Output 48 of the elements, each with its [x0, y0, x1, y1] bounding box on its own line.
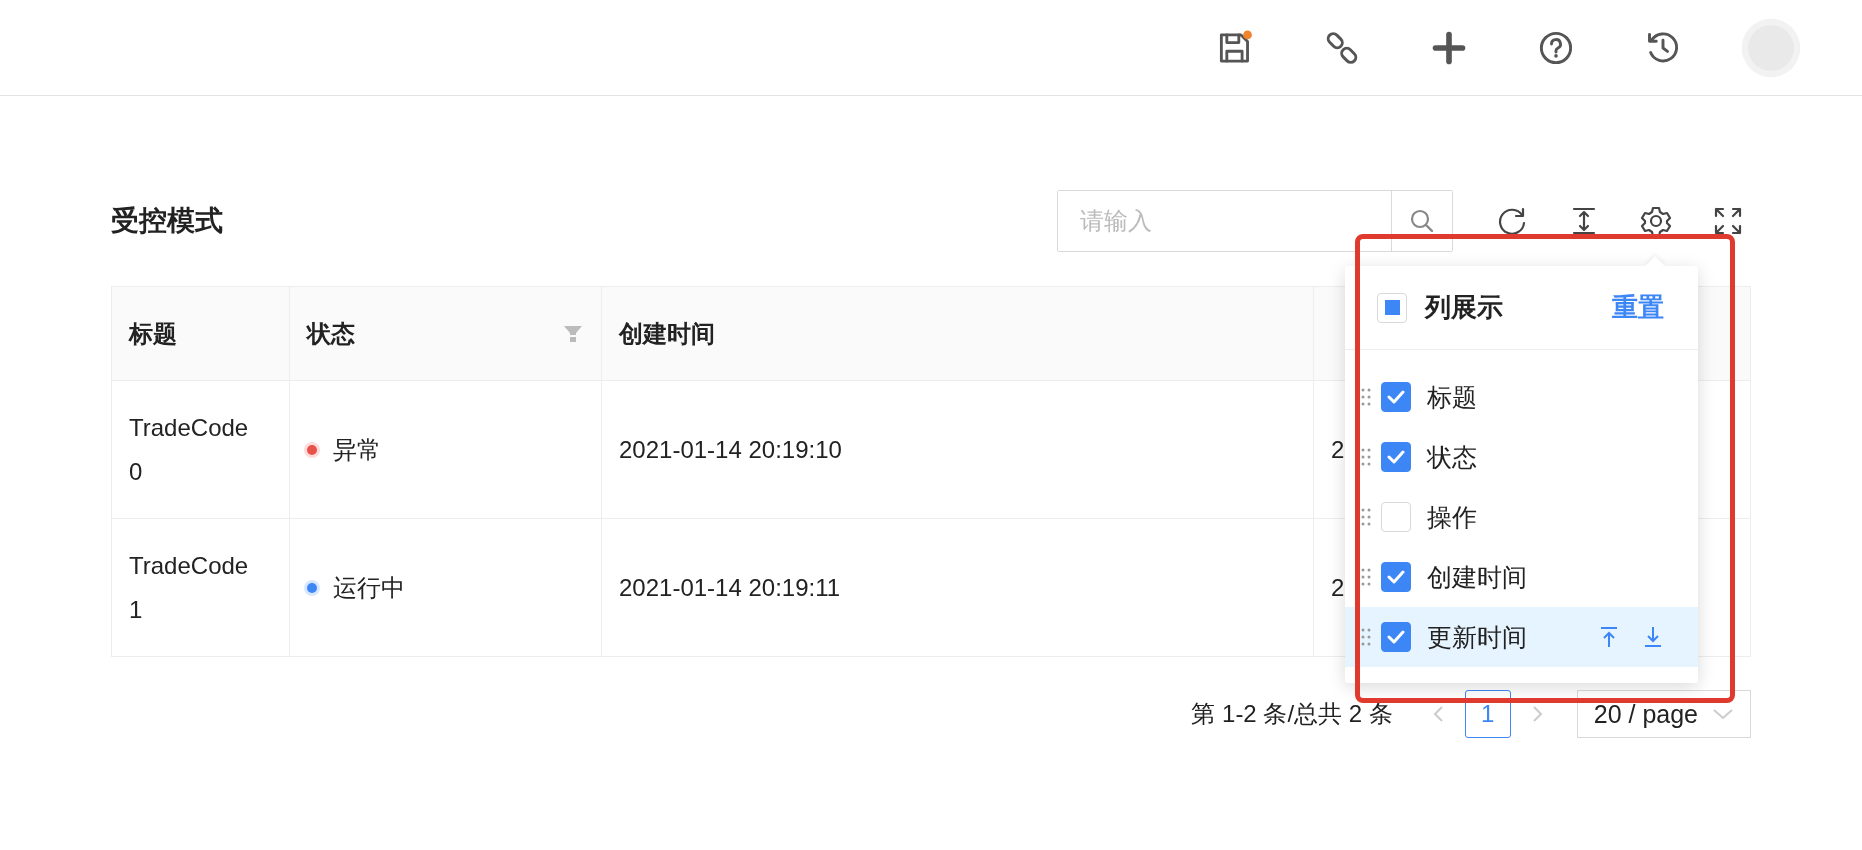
search-icon — [1409, 208, 1435, 234]
status-text: 异常 — [333, 434, 381, 465]
checkbox[interactable] — [1381, 622, 1411, 652]
table-cell: 2 — [1331, 435, 1345, 463]
help-icon[interactable] — [1538, 29, 1574, 66]
pin-top-icon[interactable] — [1598, 625, 1620, 649]
column-header: 状态 — [307, 318, 355, 349]
drag-handle-icon[interactable] — [1361, 568, 1371, 586]
column-option-label: 状态 — [1427, 441, 1477, 473]
pin-bottom-icon[interactable] — [1642, 625, 1664, 649]
plus-icon[interactable] — [1431, 29, 1467, 66]
search-button[interactable] — [1391, 191, 1452, 251]
checkbox[interactable] — [1381, 562, 1411, 592]
checkbox[interactable] — [1381, 382, 1411, 412]
status-text: 运行中 — [333, 572, 405, 603]
table-cell-text: TradeCode 1 — [129, 550, 250, 625]
drag-handle-icon[interactable] — [1361, 628, 1371, 646]
chevron-down-icon — [1712, 707, 1734, 721]
column-option-label: 操作 — [1427, 501, 1477, 533]
reset-link[interactable]: 重置 — [1612, 290, 1664, 325]
column-option-label: 创建时间 — [1427, 561, 1527, 593]
column-header: 标题 — [129, 318, 177, 349]
drag-handle-icon[interactable] — [1361, 388, 1371, 406]
checkbox[interactable] — [1381, 442, 1411, 472]
column-option-highlight[interactable]: 更新时间 — [1345, 607, 1698, 667]
link-icon[interactable] — [1324, 29, 1360, 66]
popover-title: 列展示 — [1425, 291, 1503, 324]
check-icon — [1387, 450, 1405, 464]
column-header: 创建时间 — [619, 318, 715, 349]
page-title: 受控模式 — [111, 204, 223, 238]
column-option-label: 更新时间 — [1427, 621, 1527, 653]
check-icon — [1387, 570, 1405, 584]
page-size-select[interactable]: 20 / page — [1576, 690, 1751, 738]
check-icon — [1387, 630, 1405, 644]
drag-handle-icon[interactable] — [1361, 448, 1371, 466]
column-option-label: 标题 — [1427, 381, 1477, 413]
table-cell: 2021-01-14 20:19:10 — [619, 435, 842, 463]
pagination-summary: 第 1-2 条/总共 2 条 — [1191, 699, 1393, 729]
reload-icon[interactable] — [1496, 205, 1528, 237]
table-cell: 2021-01-14 20:19:11 — [619, 573, 841, 601]
table-cell-text: TradeCode 0 — [129, 412, 250, 487]
check-icon — [1387, 390, 1405, 404]
settings-icon[interactable] — [1640, 205, 1672, 237]
fullscreen-icon[interactable] — [1712, 205, 1744, 237]
save-icon[interactable] — [1217, 29, 1253, 66]
table-cell: 2 — [1331, 573, 1345, 601]
search-field[interactable]: 请输入 — [1057, 190, 1453, 252]
drag-handle-icon[interactable] — [1361, 508, 1371, 526]
